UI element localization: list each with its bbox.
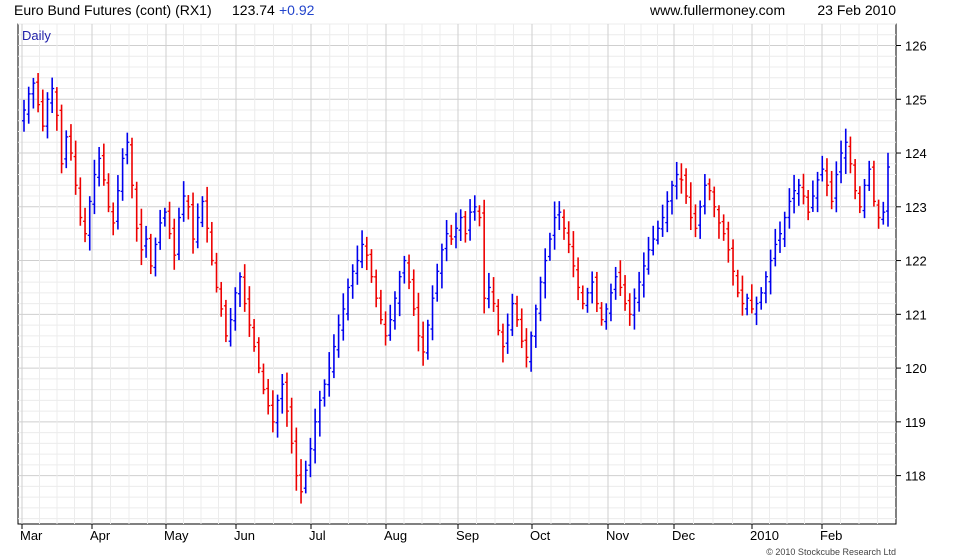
x-tick-label: Jul: [309, 528, 326, 543]
last-price: 123.74: [232, 2, 275, 18]
x-tick-label: Feb: [820, 528, 842, 543]
y-tick-label: 122: [905, 254, 927, 269]
y-tick-label: 126: [905, 39, 927, 54]
x-tick-label: Sep: [456, 528, 479, 543]
x-tick-label: Dec: [672, 528, 696, 543]
x-tick-label: Oct: [530, 528, 551, 543]
ohlc-chart: Euro Bund Futures (cont) (RX1) 123.74 +0…: [14, 2, 927, 557]
y-tick-label: 119: [905, 415, 926, 430]
copyright: © 2010 Stockcube Research Ltd: [766, 547, 896, 557]
y-tick-label: 123: [905, 200, 927, 215]
y-tick-label: 124: [905, 146, 927, 161]
x-tick-label: 2010: [750, 528, 779, 543]
x-tick-label: Apr: [90, 528, 111, 543]
y-axis: 118 119 120 121 122 123 124 125 126: [896, 39, 927, 484]
instrument-title: Euro Bund Futures (cont) (RX1): [14, 2, 212, 18]
x-tick-label: May: [164, 528, 189, 543]
x-tick-label: Aug: [384, 528, 407, 543]
chart-date: 23 Feb 2010: [817, 2, 896, 18]
x-axis: Mar Apr May Jun Jul Aug Sep Oct Nov Dec 2010 Feb: [20, 524, 842, 543]
y-tick-label: 121: [905, 307, 927, 322]
price-change: +0.92: [279, 2, 315, 18]
period-label: Daily: [22, 28, 51, 43]
source-url: www.fullermoney.com: [649, 2, 785, 18]
y-tick-label: 125: [905, 92, 927, 107]
y-tick-label: 118: [905, 469, 926, 484]
x-tick-label: Mar: [20, 528, 43, 543]
y-tick-label: 120: [905, 361, 927, 376]
x-tick-label: Jun: [234, 528, 255, 543]
x-tick-label: Nov: [606, 528, 630, 543]
